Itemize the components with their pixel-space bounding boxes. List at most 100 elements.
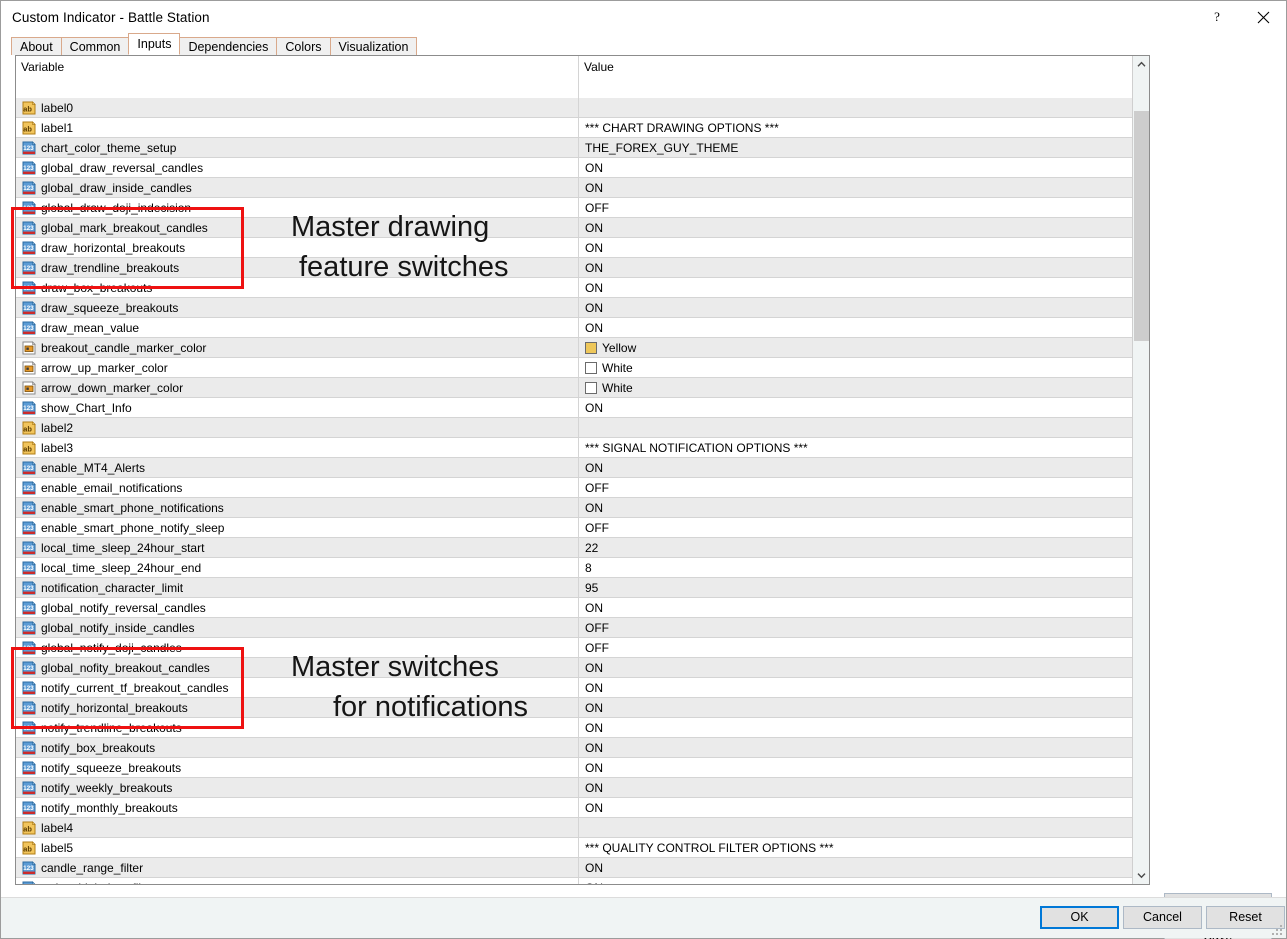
table-row[interactable]: ab label3 *** SIGNAL NOTIFICATION OPTIONS …: [16, 438, 1132, 458]
table-row[interactable]: 123 global_draw_reversal_candles ON: [16, 158, 1132, 178]
value-cell[interactable]: [579, 98, 1132, 118]
close-button[interactable]: [1240, 1, 1286, 33]
table-row[interactable]: arrow_down_marker_color White: [16, 378, 1132, 398]
value-cell[interactable]: ON: [579, 778, 1132, 798]
table-row[interactable]: 123 notify_trendline_breakouts ON: [16, 718, 1132, 738]
value-cell[interactable]: ON: [579, 758, 1132, 778]
scrollbar-thumb[interactable]: [1134, 111, 1149, 341]
tab-visualization[interactable]: Visualization: [329, 37, 418, 56]
table-row[interactable]: 123 notify_weekly_breakouts ON: [16, 778, 1132, 798]
table-row[interactable]: arrow_up_marker_color White: [16, 358, 1132, 378]
table-row[interactable]: 123 enable_smart_phone_notify_sleep OFF: [16, 518, 1132, 538]
table-row[interactable]: 123 draw_horizontal_breakouts ON: [16, 238, 1132, 258]
table-row[interactable]: 123 global_notify_inside_candles OFF: [16, 618, 1132, 638]
value-cell[interactable]: 8: [579, 558, 1132, 578]
variable-value: White: [602, 380, 633, 395]
vertical-scrollbar[interactable]: [1132, 56, 1149, 884]
table-row[interactable]: 123 global_draw_inside_candles ON: [16, 178, 1132, 198]
table-row[interactable]: 123 global_notify_reversal_candles ON: [16, 598, 1132, 618]
value-cell[interactable]: ON: [579, 218, 1132, 238]
value-cell[interactable]: ON: [579, 298, 1132, 318]
table-row[interactable]: ab label2: [16, 418, 1132, 438]
value-cell[interactable]: ON: [579, 158, 1132, 178]
value-cell[interactable]: [579, 818, 1132, 838]
value-cell[interactable]: ON: [579, 278, 1132, 298]
table-row[interactable]: 123 draw_squeeze_breakouts ON: [16, 298, 1132, 318]
tab-dependencies[interactable]: Dependencies: [179, 37, 278, 56]
tab-about[interactable]: About: [11, 37, 62, 56]
table-row[interactable]: 123 notify_squeeze_breakouts ON: [16, 758, 1132, 778]
value-cell[interactable]: ON: [579, 798, 1132, 818]
table-row[interactable]: 123 global_nofity_breakout_candles ON: [16, 658, 1132, 678]
value-cell[interactable]: ON: [579, 678, 1132, 698]
value-cell[interactable]: THE_FOREX_GUY_THEME: [579, 138, 1132, 158]
table-row[interactable]: 123 notify_horizontal_breakouts ON: [16, 698, 1132, 718]
table-row[interactable]: ab label1 *** CHART DRAWING OPTIONS ***: [16, 118, 1132, 138]
table-row[interactable]: 123 chart_color_theme_setup THE_FOREX_GUY_…: [16, 138, 1132, 158]
tab-inputs[interactable]: Inputs: [128, 33, 181, 55]
table-row[interactable]: ab label5 *** QUALITY CONTROL FILTER OPTIO…: [16, 838, 1132, 858]
table-row[interactable]: 123 candle_range_filter ON: [16, 858, 1132, 878]
123-number-icon: 123: [22, 540, 36, 554]
value-cell[interactable]: OFF: [579, 518, 1132, 538]
value-cell[interactable]: ON: [579, 738, 1132, 758]
help-button[interactable]: ?: [1194, 1, 1240, 33]
table-row[interactable]: 123 swing_high_low_filter ON: [16, 878, 1132, 884]
scroll-up-button[interactable]: [1133, 56, 1149, 73]
value-cell[interactable]: ON: [579, 878, 1132, 885]
table-row[interactable]: 123 notify_monthly_breakouts ON: [16, 798, 1132, 818]
value-cell[interactable]: ON: [579, 238, 1132, 258]
table-row[interactable]: 123 notification_character_limit 95: [16, 578, 1132, 598]
table-row[interactable]: 123 draw_box_breakouts ON: [16, 278, 1132, 298]
value-cell[interactable]: OFF: [579, 478, 1132, 498]
value-cell[interactable]: ON: [579, 498, 1132, 518]
cancel-button[interactable]: Cancel: [1123, 906, 1202, 929]
value-cell[interactable]: ON: [579, 458, 1132, 478]
value-cell[interactable]: ON: [579, 398, 1132, 418]
value-cell[interactable]: White: [579, 378, 1132, 398]
table-row[interactable]: 123 global_notify_doji_candles OFF: [16, 638, 1132, 658]
tab-common[interactable]: Common: [60, 37, 130, 56]
table-row[interactable]: 123 notify_current_tf_breakout_candles ON: [16, 678, 1132, 698]
tab-colors[interactable]: Colors: [276, 37, 331, 56]
value-cell[interactable]: OFF: [579, 618, 1132, 638]
table-row[interactable]: 123 enable_MT4_Alerts ON: [16, 458, 1132, 478]
value-cell[interactable]: *** QUALITY CONTROL FILTER OPTIONS ***: [579, 838, 1132, 858]
ok-button[interactable]: OK: [1040, 906, 1119, 929]
value-cell[interactable]: OFF: [579, 198, 1132, 218]
table-row[interactable]: 123 global_draw_doji_indecision OFF: [16, 198, 1132, 218]
table-row[interactable]: 123 local_time_sleep_24hour_start 22: [16, 538, 1132, 558]
table-row[interactable]: 123 local_time_sleep_24hour_end 8: [16, 558, 1132, 578]
value-cell[interactable]: *** CHART DRAWING OPTIONS ***: [579, 118, 1132, 138]
table-row[interactable]: 123 draw_mean_value ON: [16, 318, 1132, 338]
resize-grip-icon[interactable]: [1271, 924, 1283, 936]
value-cell[interactable]: [579, 418, 1132, 438]
table-row[interactable]: 123 notify_box_breakouts ON: [16, 738, 1132, 758]
value-cell[interactable]: ON: [579, 718, 1132, 738]
value-cell[interactable]: 95: [579, 578, 1132, 598]
table-row[interactable]: 123 show_Chart_Info ON: [16, 398, 1132, 418]
table-row[interactable]: ab label0: [16, 98, 1132, 118]
value-cell[interactable]: *** SIGNAL NOTIFICATION OPTIONS ***: [579, 438, 1132, 458]
svg-text:?: ?: [1214, 10, 1220, 24]
value-cell[interactable]: ON: [579, 658, 1132, 678]
value-cell[interactable]: White: [579, 358, 1132, 378]
value-cell[interactable]: ON: [579, 258, 1132, 278]
value-cell[interactable]: 22: [579, 538, 1132, 558]
value-cell[interactable]: Yellow: [579, 338, 1132, 358]
value-cell[interactable]: ON: [579, 858, 1132, 878]
table-row[interactable]: 123 enable_email_notifications OFF: [16, 478, 1132, 498]
value-cell[interactable]: ON: [579, 698, 1132, 718]
value-cell[interactable]: ON: [579, 178, 1132, 198]
table-row[interactable]: 123 global_mark_breakout_candles ON: [16, 218, 1132, 238]
123-number-icon: 123: [22, 860, 36, 875]
table-row[interactable]: breakout_candle_marker_color Yellow: [16, 338, 1132, 358]
table-row[interactable]: ab label4: [16, 818, 1132, 838]
table-row[interactable]: 123 enable_smart_phone_notifications ON: [16, 498, 1132, 518]
value-cell[interactable]: ON: [579, 598, 1132, 618]
value-cell[interactable]: OFF: [579, 638, 1132, 658]
table-row[interactable]: 123 draw_trendline_breakouts ON: [16, 258, 1132, 278]
123-number-icon: 123: [22, 260, 36, 275]
value-cell[interactable]: ON: [579, 318, 1132, 338]
scroll-down-button[interactable]: [1133, 867, 1149, 884]
